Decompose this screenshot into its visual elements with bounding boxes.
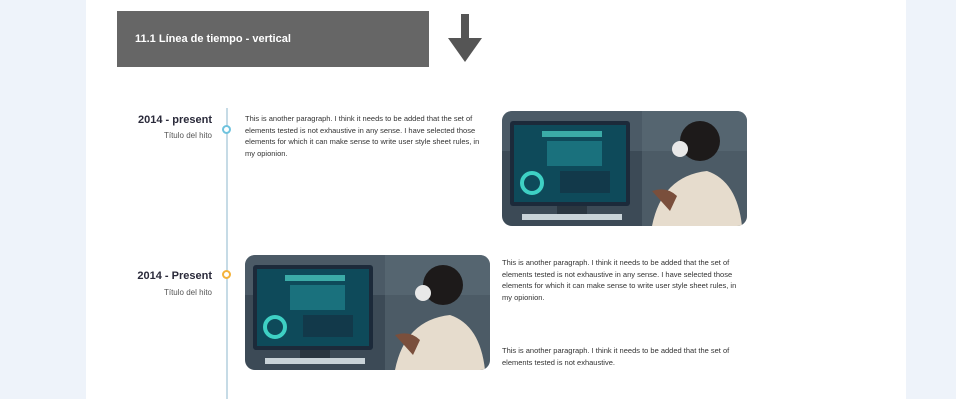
timeline-line: [226, 108, 228, 399]
section-header: 11.1 Línea de tiempo - vertical: [117, 11, 429, 67]
workstation-photo: [502, 111, 747, 226]
milestone-subtitle: Título del hito: [163, 131, 212, 140]
milestone-year: 2014 - Present: [137, 270, 212, 282]
milestone-paragraph: This is another paragraph. I think it ne…: [502, 258, 737, 302]
timeline-dot: [222, 125, 231, 134]
workstation-photo: [245, 255, 490, 370]
milestone-year: 2014 - present: [138, 114, 212, 126]
milestone-paragraph: This is another paragraph. I think it ne…: [502, 346, 730, 367]
milestone-subtitle: Título del hito: [163, 288, 212, 297]
arrow-down-icon: [448, 14, 482, 62]
timeline-dot: [222, 270, 231, 279]
section-title: 11.1 Línea de tiempo - vertical: [135, 33, 291, 45]
milestone-paragraph: This is another paragraph. I think it ne…: [245, 114, 480, 158]
